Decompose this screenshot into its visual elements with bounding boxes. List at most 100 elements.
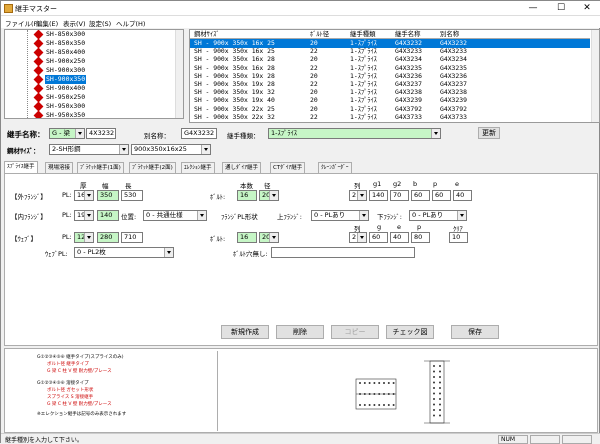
bolt-mark bbox=[363, 393, 366, 395]
web-g-input[interactable]: 60 bbox=[369, 232, 388, 243]
joint-grid[interactable]: 鋼材ｻｲｽﾞ ﾎﾞﾙﾄ径 継手種類 継手名称 別名称 SH - 900x 350… bbox=[189, 29, 600, 123]
header-joint-type[interactable]: 継手種類 bbox=[350, 30, 376, 39]
tab-splice[interactable]: ｽﾌﾟﾗｲｽ継手 bbox=[4, 161, 38, 173]
close-button[interactable]: ✕ bbox=[573, 1, 600, 15]
tree-item[interactable]: SH-900x300 bbox=[5, 65, 175, 76]
flange-e-input[interactable]: 40 bbox=[453, 190, 472, 201]
header-alias[interactable]: 別名称 bbox=[440, 30, 459, 39]
tree-item[interactable]: SH-900x400 bbox=[5, 83, 175, 94]
lower-flange-value: 0 - PLあり bbox=[412, 211, 444, 219]
bolt-mark bbox=[439, 370, 441, 373]
web-pl-select[interactable]: 0 - PL2枚 bbox=[74, 247, 174, 258]
position-select[interactable]: 0 - 共通仕様 bbox=[143, 210, 207, 221]
bolt-mark bbox=[433, 409, 435, 411]
menu-edit[interactable]: 編集(E) bbox=[36, 18, 58, 28]
web-length-input[interactable]: 710 bbox=[121, 232, 143, 243]
table-row[interactable]: SH - 900x 350x 22x 32 22 1-ｽﾌﾟﾗｲｽ G4X3733 G4… bbox=[190, 113, 590, 122]
copy-button[interactable]: コピー bbox=[331, 325, 379, 339]
delete-button[interactable]: 削除 bbox=[276, 325, 324, 339]
tree-item[interactable]: SH-950x350 bbox=[5, 110, 175, 119]
save-button[interactable]: 保存 bbox=[451, 325, 499, 339]
tree-item[interactable]: SH-900x250 bbox=[5, 56, 175, 67]
web-rows-select[interactable]: 2 bbox=[349, 232, 367, 243]
tree-item[interactable]: SH-850x400 bbox=[5, 47, 175, 58]
check-drawing-button[interactable]: チェック図 bbox=[386, 325, 434, 339]
upper-flange-select[interactable]: 0 - PLあり bbox=[311, 210, 369, 221]
tree-item-label: SH-950x300 bbox=[46, 102, 86, 110]
flange-g2-input[interactable]: 70 bbox=[390, 190, 409, 201]
steel-size-select[interactable]: 900x350x16x25 bbox=[131, 144, 211, 155]
tree-item[interactable]: SH-900x350 bbox=[5, 74, 175, 85]
outer-pl-label: PL: bbox=[62, 191, 72, 199]
flange-rows-select[interactable]: 2 bbox=[349, 190, 367, 201]
outer-thk-select[interactable]: 16 bbox=[74, 190, 94, 201]
tab-erection[interactable]: ｴﾚｸｼｮﾝ継手 bbox=[181, 162, 215, 173]
flange-pl-shape-label: ﾌﾗﾝｼﾞPL形状 bbox=[221, 213, 258, 221]
grid-scrollbar[interactable] bbox=[591, 30, 599, 122]
bolt-hole-input[interactable] bbox=[271, 247, 415, 258]
size-tree[interactable]: SH-850x300 SH-850x350 SH-850x400 SH-900x250… bbox=[4, 29, 184, 119]
tree-scrollbar[interactable] bbox=[175, 30, 183, 118]
bolt-mark bbox=[383, 404, 385, 406]
flange-g1-input[interactable]: 140 bbox=[369, 190, 388, 201]
table-cell: G4X3733 bbox=[440, 112, 467, 121]
new-button[interactable]: 新規作成 bbox=[221, 325, 269, 339]
menu-view[interactable]: 表示(V) bbox=[63, 18, 86, 28]
header-steel-size[interactable]: 鋼材ｻｲｽﾞ bbox=[194, 30, 220, 39]
maximize-button[interactable]: ☐ bbox=[547, 1, 575, 15]
tab-bracket-2[interactable]: ﾌﾞﾗｹｯﾄ継手(2面) bbox=[129, 162, 176, 173]
joint-prefix-select[interactable]: G - 梁 bbox=[49, 128, 85, 139]
web-bolt-count-input[interactable]: 16 bbox=[237, 232, 257, 243]
joint-prefix-value: G - 梁 bbox=[52, 129, 71, 137]
legend-line-1: G①②③④⑤⑥ 継手タイプ(スプライスのみ) bbox=[37, 355, 124, 360]
flange-b-input[interactable]: 60 bbox=[411, 190, 430, 201]
tree-item-label: SH-950x350 bbox=[46, 111, 86, 119]
flange-bolt-count-input[interactable]: 16 bbox=[237, 190, 257, 201]
tree-item[interactable]: SH-950x250 bbox=[5, 92, 175, 103]
alias-input[interactable]: G4X3232 bbox=[181, 128, 217, 139]
menu-file[interactable]: ファイル(F) bbox=[5, 18, 40, 28]
inner-width-input[interactable]: 140 bbox=[97, 210, 119, 221]
tab-ct-diaphragm[interactable]: CTﾀﾞｲｱ継手 bbox=[270, 162, 306, 173]
tab-through-diaphragm[interactable]: 通しﾀﾞｲｱ継手 bbox=[222, 162, 262, 173]
outer-width-input[interactable]: 350 bbox=[97, 190, 119, 201]
tree-item[interactable]: SH-850x300 bbox=[5, 30, 175, 40]
lower-flange-select[interactable]: 0 - PLあり bbox=[409, 210, 467, 221]
tab-field-weld[interactable]: 現場溶接 bbox=[45, 162, 74, 173]
bolt-mark bbox=[439, 409, 441, 411]
bolt-mark bbox=[392, 393, 395, 395]
joint-type-select[interactable]: 1-ｽﾌﾟﾗｲｽ bbox=[268, 128, 441, 139]
inner-thk-select[interactable]: 19 bbox=[74, 210, 94, 221]
steel-kind-select[interactable]: 2-SH形鋼 bbox=[49, 144, 129, 155]
joint-type-label: 継手種類： bbox=[227, 132, 260, 140]
tab-crane-girder[interactable]: ｸﾚｰﾝｶﾞｰﾀﾞｰ bbox=[318, 162, 352, 173]
web-e-input[interactable]: 40 bbox=[390, 232, 409, 243]
chevron-down-icon bbox=[84, 191, 93, 200]
tree-item[interactable]: SH-850x350 bbox=[5, 38, 175, 49]
steel-shape-icon bbox=[33, 110, 44, 118]
menu-settings[interactable]: 設定(S) bbox=[89, 18, 111, 28]
web-p-input[interactable]: 80 bbox=[411, 232, 430, 243]
web-pl-value: 0 - PL2枚 bbox=[77, 248, 106, 256]
tab-bracket-1[interactable]: ﾌﾞﾗｹｯﾄ継手(1面) bbox=[77, 162, 124, 173]
joint-code-input[interactable]: 4X3232 bbox=[86, 128, 116, 139]
tree-item[interactable]: SH-950x300 bbox=[5, 101, 175, 112]
bolt-mark bbox=[433, 398, 435, 400]
flange-bolt-dia-select[interactable]: 20 bbox=[259, 190, 279, 201]
bolt-mark bbox=[378, 404, 381, 406]
bolt-mark bbox=[392, 382, 395, 384]
web-clear-input[interactable]: 10 bbox=[449, 232, 468, 243]
tree-item-label: SH-850x400 bbox=[46, 48, 86, 56]
outer-length-input[interactable]: 530 bbox=[121, 190, 143, 201]
menu-help[interactable]: ヘルプ(H) bbox=[116, 18, 145, 28]
flange-p-input[interactable]: 60 bbox=[432, 190, 451, 201]
bolt-mark bbox=[368, 404, 371, 406]
web-thk-select[interactable]: 12 bbox=[74, 232, 94, 243]
web-bolt-dia-select[interactable]: 20 bbox=[259, 232, 279, 243]
header-bolt-dia[interactable]: ﾎﾞﾙﾄ径 bbox=[310, 30, 329, 39]
update-button[interactable]: 更新 bbox=[478, 127, 500, 139]
minimize-button[interactable]: — bbox=[519, 1, 547, 15]
header-joint-name[interactable]: 継手名称 bbox=[395, 30, 421, 39]
steel-size-label: 鋼材ｻｲｽﾞ： bbox=[7, 147, 40, 155]
web-width-input[interactable]: 280 bbox=[97, 232, 119, 243]
